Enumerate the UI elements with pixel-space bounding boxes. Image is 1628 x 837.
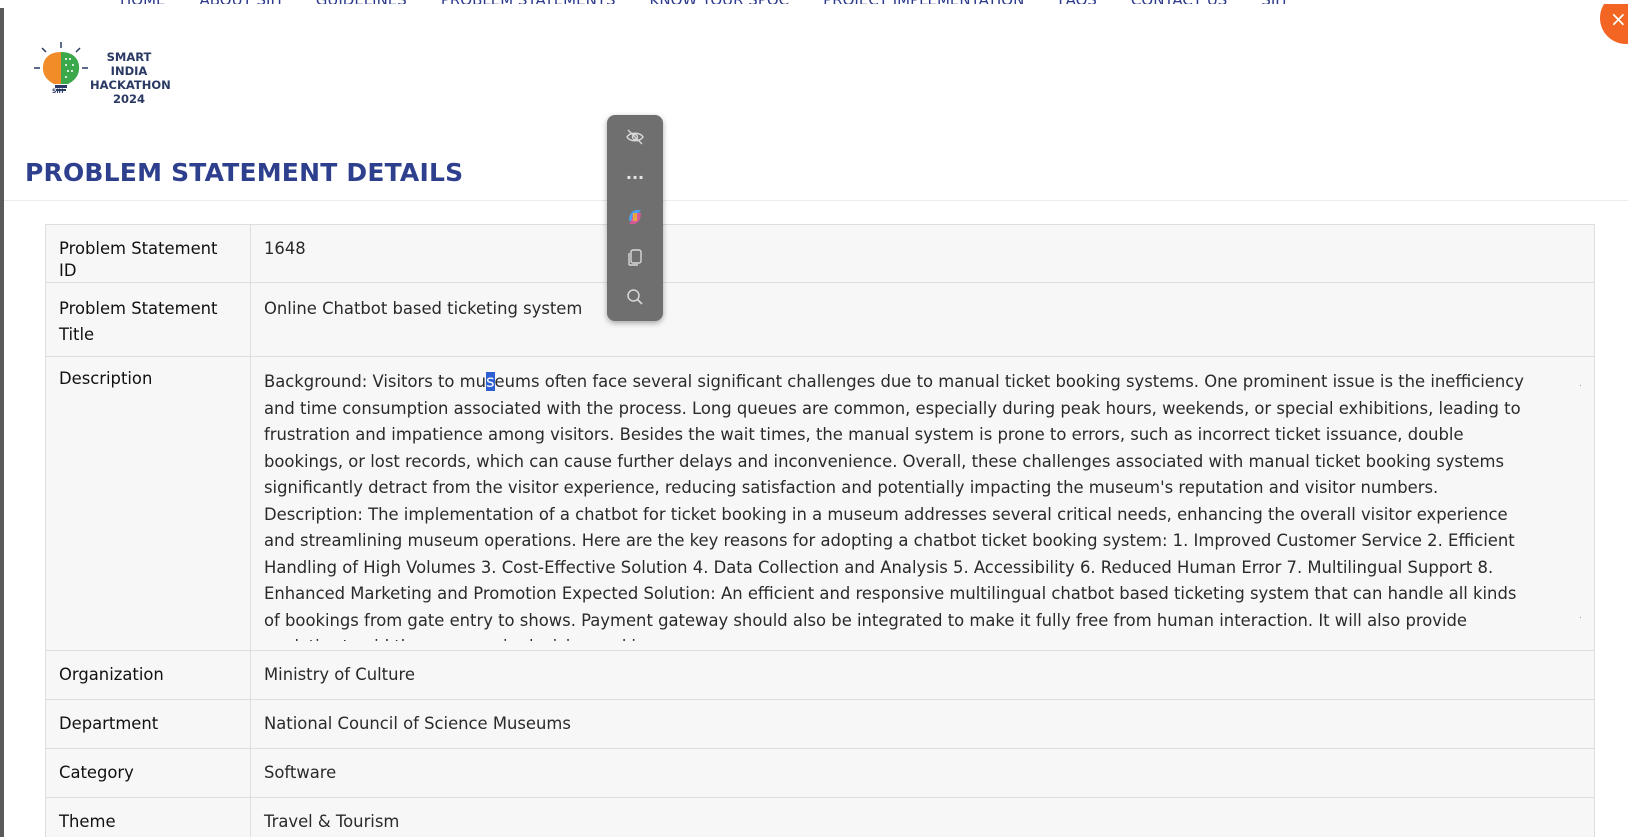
copilot-icon <box>629 210 641 224</box>
organization-label: Organization <box>45 650 251 700</box>
theme-label: Theme <box>45 797 251 837</box>
category-value: Software <box>250 748 1595 798</box>
scroll-down-arrow-icon[interactable] <box>1580 617 1581 624</box>
department-label: Department <box>45 699 251 749</box>
table-row: Description Background: Visitors to muse… <box>45 356 1595 651</box>
department-value: National Council of Science Museums <box>250 699 1595 749</box>
selection-mini-toolbar: ··· <box>607 115 663 321</box>
organization-value: Ministry of Culture <box>250 650 1595 700</box>
logo-line-2: HACKATHON <box>90 78 171 92</box>
search-button[interactable] <box>607 279 663 315</box>
description-scrollbar[interactable] <box>1576 369 1581 641</box>
page-title: PROBLEM STATEMENT DETAILS <box>25 158 464 187</box>
hide-toolbar-button[interactable] <box>607 119 663 155</box>
logo-line-3: 2024 <box>112 92 145 106</box>
title-divider <box>4 200 1628 201</box>
sih-logo: SIH SMART INDIA HACKATHON 2024 <box>32 38 182 106</box>
description-label: Description <box>45 356 251 651</box>
description-text-rest: eums often face several significant chal… <box>264 372 1524 641</box>
more-icon: ··· <box>625 167 645 187</box>
problem-statement-modal: SIH SMART INDIA HACKATHON 2024 × PROBLEM… <box>4 4 1628 837</box>
copy-button[interactable] <box>607 239 663 275</box>
table-row: Organization Ministry of Culture <box>45 650 1595 700</box>
table-row: Problem Statement ID 1648 <box>45 224 1595 283</box>
description-text: Background: Visitors to museums often fa… <box>264 369 1524 641</box>
theme-value: Travel & Tourism <box>250 797 1595 837</box>
title-label: Problem Statement Title <box>45 282 251 357</box>
more-options-button[interactable]: ··· <box>607 159 663 195</box>
table-row: Theme Travel & Tourism <box>45 797 1595 837</box>
copilot-button[interactable] <box>607 199 663 235</box>
category-label: Category <box>45 748 251 798</box>
close-icon: × <box>1610 7 1627 31</box>
close-button[interactable]: × <box>1600 4 1628 44</box>
description-text-start: Background: Visitors to mu <box>264 372 486 391</box>
logo-text: SMART INDIA HACKATHON 2024 <box>90 50 171 106</box>
title-value: Online Chatbot based ticketing system <box>250 282 1595 357</box>
table-row: Category Software <box>45 748 1595 798</box>
search-icon <box>627 289 643 305</box>
text-selection: s <box>485 372 495 391</box>
scroll-up-arrow-icon[interactable] <box>1580 379 1581 386</box>
hide-icon <box>626 129 644 145</box>
copy-icon <box>628 249 642 266</box>
description-cell: Background: Visitors to museums often fa… <box>250 356 1595 651</box>
logo-line-1: SMART INDIA <box>106 50 152 78</box>
id-value: 1648 <box>250 224 1595 283</box>
id-label: Problem Statement ID <box>45 224 251 283</box>
details-table: Problem Statement ID 1648 Problem Statem… <box>45 224 1595 837</box>
table-row: Department National Council of Science M… <box>45 699 1595 749</box>
table-row: Problem Statement Title Online Chatbot b… <box>45 282 1595 357</box>
description-scroll-area[interactable]: Background: Visitors to museums often fa… <box>264 369 1581 641</box>
logo-badge: SIH <box>52 88 64 95</box>
